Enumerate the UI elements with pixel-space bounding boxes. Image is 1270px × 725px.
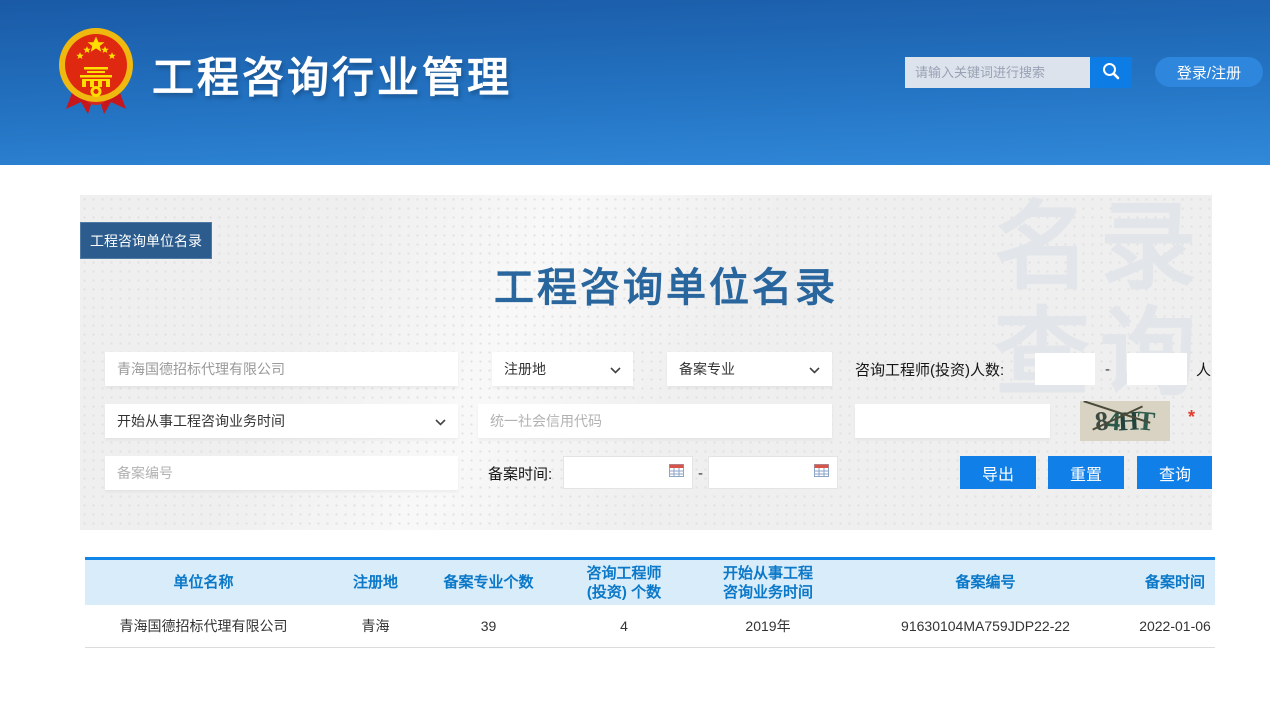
search-panel: 名录 查询 工程咨询单位名录 工程咨询单位名录 注册地 备案专业 咨询工程师(投… bbox=[80, 195, 1212, 530]
query-button[interactable]: 查询 bbox=[1137, 456, 1212, 489]
captcha-input[interactable] bbox=[855, 404, 1050, 438]
cell-unit-name: 青海国德招标代理有限公司 bbox=[85, 616, 322, 636]
column-header: 备案编号 bbox=[836, 573, 1135, 592]
cell-register-place: 青海 bbox=[322, 616, 429, 636]
start-time-select-label: 开始从事工程咨询业务时间 bbox=[117, 411, 285, 431]
cell-start-year: 2019年 bbox=[700, 616, 836, 636]
record-time-start-input[interactable] bbox=[563, 456, 693, 489]
captcha-image[interactable]: 8 4 H T bbox=[1080, 401, 1170, 441]
record-time-label: 备案时间: bbox=[488, 456, 552, 490]
table-header-row: 单位名称 注册地 备案专业个数 咨询工程师 (投资) 个数 开始从事工程 咨询业… bbox=[85, 557, 1215, 605]
chevron-down-icon bbox=[610, 361, 621, 377]
tab-unit-directory[interactable]: 工程咨询单位名录 bbox=[80, 222, 212, 259]
person-unit-label: 人 bbox=[1196, 352, 1211, 386]
register-place-select[interactable]: 注册地 bbox=[492, 352, 633, 386]
reset-button[interactable]: 重置 bbox=[1048, 456, 1124, 489]
required-asterisk: * bbox=[1188, 407, 1195, 428]
column-header: 开始从事工程 咨询业务时间 bbox=[700, 564, 836, 602]
record-specialty-select-label: 备案专业 bbox=[679, 359, 735, 379]
start-time-select[interactable]: 开始从事工程咨询业务时间 bbox=[105, 404, 458, 438]
company-name-input[interactable] bbox=[105, 352, 458, 386]
record-time-range-separator: - bbox=[698, 456, 703, 490]
engineer-range-separator: - bbox=[1105, 352, 1110, 386]
search-button[interactable] bbox=[1090, 57, 1132, 88]
header-search bbox=[905, 57, 1132, 88]
register-place-select-label: 注册地 bbox=[504, 359, 546, 379]
column-header: 咨询工程师 (投资) 个数 bbox=[548, 564, 700, 602]
engineer-count-label: 咨询工程师(投资)人数: bbox=[855, 352, 1004, 386]
column-header: 备案时间 bbox=[1135, 573, 1215, 592]
results-table: 单位名称 注册地 备案专业个数 咨询工程师 (投资) 个数 开始从事工程 咨询业… bbox=[85, 557, 1215, 648]
table-row: 青海国德招标代理有限公司 青海 39 4 2019年 91630104MA759… bbox=[85, 605, 1215, 648]
page-title: 工程咨询行业管理 bbox=[152, 44, 512, 105]
column-header: 备案专业个数 bbox=[429, 573, 548, 592]
engineer-count-max-input[interactable] bbox=[1127, 353, 1187, 385]
credit-code-input[interactable] bbox=[478, 404, 832, 438]
cell-record-number: 91630104MA759JDP22-22 bbox=[836, 618, 1135, 634]
section-title: 工程咨询单位名录 bbox=[100, 255, 1212, 313]
record-number-input[interactable] bbox=[105, 456, 458, 490]
search-input[interactable] bbox=[905, 57, 1090, 88]
calendar-icon bbox=[814, 463, 829, 482]
calendar-icon bbox=[669, 463, 684, 482]
chevron-down-icon bbox=[809, 361, 820, 377]
chevron-down-icon bbox=[435, 413, 446, 429]
column-header: 单位名称 bbox=[85, 573, 322, 592]
column-header: 注册地 bbox=[322, 573, 429, 592]
engineer-count-min-input[interactable] bbox=[1035, 353, 1095, 385]
login-register-button[interactable]: 登录/注册 bbox=[1155, 57, 1263, 87]
cell-record-time: 2022-01-06 bbox=[1135, 618, 1215, 634]
export-button[interactable]: 导出 bbox=[960, 456, 1036, 489]
cell-specialty-count: 39 bbox=[429, 618, 548, 634]
national-emblem-logo bbox=[57, 25, 135, 124]
search-icon bbox=[1101, 61, 1121, 84]
page-header: 工程咨询行业管理 登录/注册 bbox=[0, 0, 1270, 165]
record-specialty-select[interactable]: 备案专业 bbox=[667, 352, 832, 386]
record-time-end-input[interactable] bbox=[708, 456, 838, 489]
cell-engineer-count: 4 bbox=[548, 618, 700, 634]
